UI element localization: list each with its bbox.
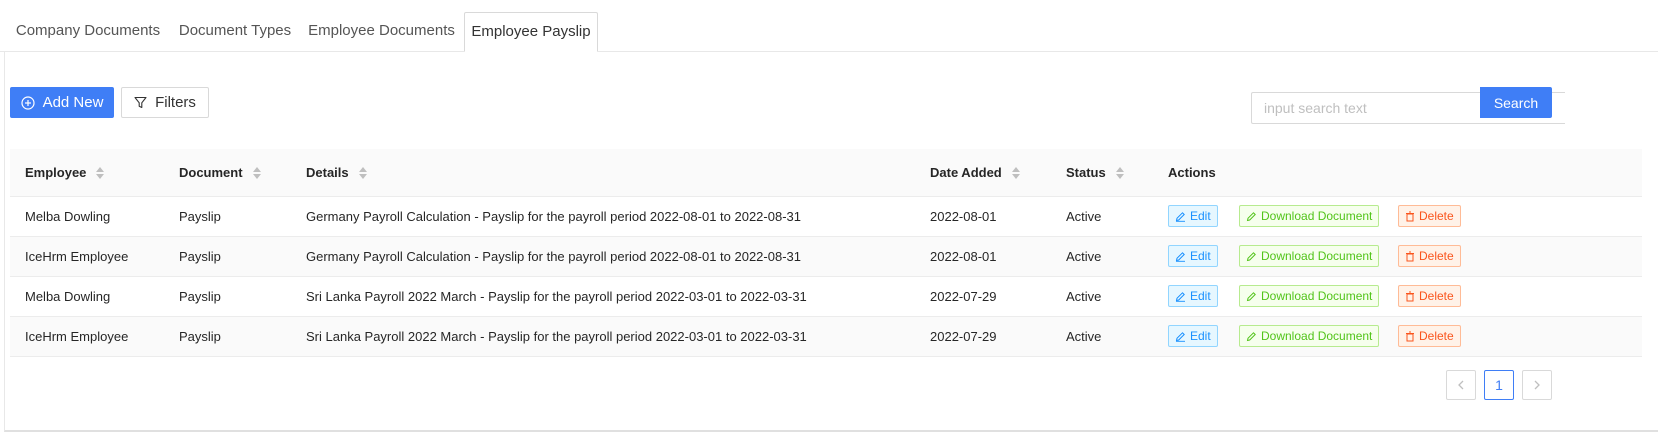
table-body: Melba Dowling Payslip Germany Payroll Calc… (10, 197, 1642, 357)
edit-button[interactable]: Edit (1168, 205, 1218, 227)
edit-icon (1175, 211, 1185, 222)
column-header-status[interactable]: Status (1066, 149, 1124, 196)
download-icon (1246, 251, 1256, 261)
download-label: Download Document (1261, 289, 1373, 303)
column-header-label: Employee (25, 165, 87, 180)
search-button-label: Search (1493, 94, 1539, 111)
delete-label: Delete (1419, 249, 1454, 263)
delete-label: Delete (1419, 329, 1454, 343)
column-header-actions: Actions (1168, 165, 1216, 180)
payslip-table: Employee Document Details Date Added Sta… (10, 149, 1642, 357)
cell-status: Active (1066, 329, 1102, 344)
download-document-button[interactable]: Download Document (1239, 245, 1380, 267)
column-header-details[interactable]: Details (306, 149, 367, 196)
delete-icon (1406, 291, 1414, 301)
cell-date-added: 2022-07-29 (930, 329, 997, 344)
column-header-document[interactable]: Document (179, 149, 261, 196)
cell-employee: IceHrm Employee (25, 249, 129, 264)
edit-button[interactable]: Edit (1168, 325, 1218, 347)
filter-icon (134, 96, 147, 109)
chevron-left-icon (1458, 380, 1464, 390)
sort-icon[interactable] (1115, 166, 1124, 180)
download-document-button[interactable]: Download Document (1239, 285, 1380, 307)
cell-details: Germany Payroll Calculation - Payslip fo… (306, 209, 801, 224)
add-new-button[interactable]: Add New (10, 87, 114, 118)
cell-document: Payslip (179, 329, 221, 344)
column-header-label: Details (306, 165, 349, 180)
delete-button[interactable]: Delete (1398, 325, 1461, 347)
cell-date-added: 2022-07-29 (930, 289, 997, 304)
column-header-employee[interactable]: Employee (25, 149, 105, 196)
tab-document-types[interactable]: Document Types (172, 12, 298, 50)
table-row: IceHrm Employee Payslip Sri Lanka Payroll … (10, 317, 1642, 357)
cell-details: Germany Payroll Calculation - Payslip fo… (306, 249, 801, 264)
cell-employee: Melba Dowling (25, 209, 111, 224)
edit-icon (1175, 251, 1185, 262)
download-label: Download Document (1261, 249, 1373, 263)
cell-status: Active (1066, 249, 1102, 264)
edit-button[interactable]: Edit (1168, 245, 1218, 267)
delete-label: Delete (1419, 289, 1454, 303)
column-header-label: Document (179, 165, 243, 180)
tab-employee-documents[interactable]: Employee Documents (304, 12, 459, 50)
cell-document: Payslip (179, 209, 221, 224)
download-label: Download Document (1261, 209, 1373, 223)
sort-icon[interactable] (252, 166, 261, 180)
delete-button[interactable]: Delete (1398, 205, 1461, 227)
table-row: Melba Dowling Payslip Germany Payroll Calc… (10, 197, 1642, 237)
tab-company-documents[interactable]: Company Documents (10, 12, 166, 50)
add-new-label: Add New (42, 94, 104, 111)
sort-icon[interactable] (358, 166, 367, 180)
cell-status: Active (1066, 209, 1102, 224)
edit-icon (1175, 331, 1185, 342)
cell-status: Active (1066, 289, 1102, 304)
edit-label: Edit (1190, 249, 1211, 263)
delete-button[interactable]: Delete (1398, 285, 1461, 307)
download-document-button[interactable]: Download Document (1239, 205, 1380, 227)
column-header-label: Date Added (930, 165, 1002, 180)
delete-icon (1406, 331, 1414, 341)
pagination-prev-button[interactable] (1446, 370, 1476, 400)
edit-label: Edit (1190, 329, 1211, 343)
table-row: Melba Dowling Payslip Sri Lanka Payroll 20… (10, 277, 1642, 317)
cell-date-added: 2022-08-01 (930, 209, 997, 224)
download-label: Download Document (1261, 329, 1373, 343)
delete-button[interactable]: Delete (1398, 245, 1461, 267)
filters-button[interactable]: Filters (121, 87, 209, 118)
cell-document: Payslip (179, 289, 221, 304)
sort-icon[interactable] (1011, 166, 1020, 180)
delete-icon (1406, 211, 1414, 221)
delete-icon (1406, 251, 1414, 261)
cell-date-added: 2022-08-01 (930, 249, 997, 264)
download-icon (1246, 331, 1256, 341)
download-document-button[interactable]: Download Document (1239, 325, 1380, 347)
pagination-page-button[interactable]: 1 (1484, 370, 1514, 400)
delete-label: Delete (1419, 209, 1454, 223)
tab-employee-payslip[interactable]: Employee Payslip (464, 12, 598, 52)
edit-label: Edit (1190, 209, 1211, 223)
filters-label: Filters (155, 94, 196, 111)
edit-icon (1175, 291, 1185, 302)
tab-bar: Company Documents Document Types Employe… (0, 0, 1658, 52)
table-row: IceHrm Employee Payslip Germany Payroll Ca… (10, 237, 1642, 277)
cell-employee: Melba Dowling (25, 289, 111, 304)
edit-button[interactable]: Edit (1168, 285, 1218, 307)
cell-document: Payslip (179, 249, 221, 264)
table-header: Employee Document Details Date Added Sta… (10, 149, 1642, 197)
download-icon (1246, 291, 1256, 301)
column-header-label: Status (1066, 165, 1106, 180)
cell-employee: IceHrm Employee (25, 329, 129, 344)
edit-label: Edit (1190, 289, 1211, 303)
sort-icon[interactable] (96, 166, 105, 180)
cell-details: Sri Lanka Payroll 2022 March - Payslip f… (306, 329, 807, 344)
plus-circle-icon (20, 95, 35, 110)
search-button[interactable]: Search (1480, 87, 1552, 118)
pagination-next-button[interactable] (1522, 370, 1552, 400)
chevron-right-icon (1534, 380, 1540, 390)
column-header-date-added[interactable]: Date Added (930, 149, 1020, 196)
cell-details: Sri Lanka Payroll 2022 March - Payslip f… (306, 289, 807, 304)
download-icon (1246, 211, 1256, 221)
